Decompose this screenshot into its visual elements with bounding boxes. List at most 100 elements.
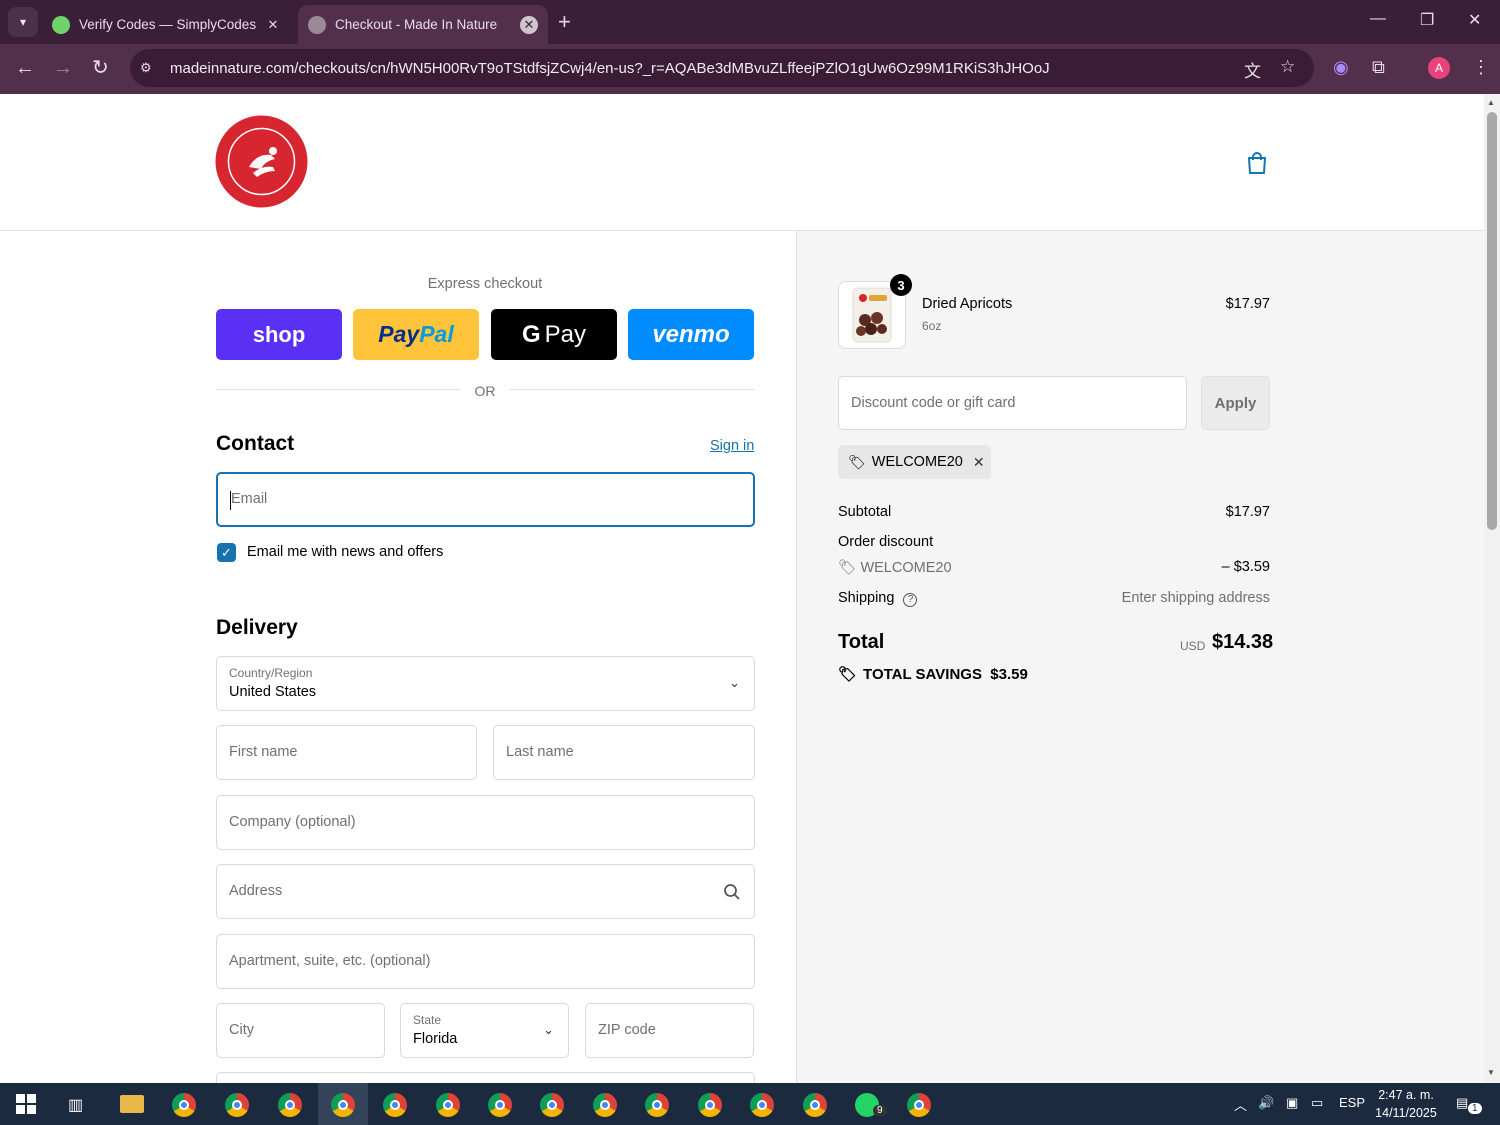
site-info-icon[interactable]: ⚙ xyxy=(140,60,160,76)
chrome-app-icon[interactable] xyxy=(278,1093,302,1117)
profile-avatar[interactable]: A xyxy=(1428,57,1450,79)
sign-in-link[interactable]: Sign in xyxy=(710,438,754,454)
tab-simplycodes[interactable]: Verify Codes — SimplyCodes ✕ xyxy=(42,5,292,44)
remove-discount-icon[interactable]: ✕ xyxy=(973,454,985,471)
zip-field[interactable]: ZIP code xyxy=(585,1003,754,1058)
total-label: Total xyxy=(838,631,885,653)
subtotal-label: Subtotal xyxy=(838,504,892,520)
shopping-bag-icon[interactable] xyxy=(1244,150,1270,176)
paypal-button[interactable]: Pay Pal xyxy=(353,309,479,360)
chrome-app-icon[interactable] xyxy=(383,1093,407,1117)
phone-field[interactable] xyxy=(216,1072,755,1083)
delivery-heading: Delivery xyxy=(216,616,298,639)
close-tab-icon[interactable]: ✕ xyxy=(520,15,538,34)
city-field[interactable]: City xyxy=(216,1003,385,1058)
or-divider-label: OR xyxy=(474,383,496,399)
news-offers-checkbox[interactable]: ✓ xyxy=(217,543,236,562)
news-offers-label[interactable]: Email me with news and offers xyxy=(247,544,443,560)
tab-checkout[interactable]: Checkout - Made In Nature ✕ xyxy=(298,5,548,44)
chrome-app-icon[interactable] xyxy=(488,1093,512,1117)
apply-discount-button[interactable]: Apply xyxy=(1201,376,1270,430)
address-field[interactable]: Address xyxy=(216,864,755,919)
language-indicator[interactable]: ESP xyxy=(1339,1095,1365,1110)
chrome-app-icon[interactable] xyxy=(803,1093,827,1117)
close-window-icon[interactable]: ✕ xyxy=(1468,10,1481,30)
shop-pay-button[interactable]: shop xyxy=(216,309,342,360)
new-tab-button[interactable]: + xyxy=(558,10,571,34)
extension-icon[interactable]: ◉ xyxy=(1333,57,1349,78)
country-select[interactable]: Country/Region United States ⌄ xyxy=(216,656,755,711)
order-discount-label: Order discount xyxy=(838,534,934,550)
paypal-text-b: Pal xyxy=(419,321,454,347)
chrome-app-icon[interactable] xyxy=(436,1093,460,1117)
chrome-app-icon[interactable] xyxy=(750,1093,774,1117)
discount-code-text: WELCOME20 xyxy=(860,560,952,576)
address-bar[interactable]: ⚙ madeinnature.com/checkouts/cn/hWN5H00R… xyxy=(130,49,1314,87)
savings-text: TOTAL SAVINGS $3.59 xyxy=(863,666,1028,683)
page-scrollbar[interactable]: ▲ ▼ xyxy=(1484,94,1500,1083)
tab-search-button[interactable]: ▾ xyxy=(8,7,38,37)
reload-icon[interactable]: ↻ xyxy=(92,57,109,79)
chrome-app-icon[interactable] xyxy=(540,1093,564,1117)
network-icon[interactable]: ▭ xyxy=(1311,1095,1323,1111)
extensions-puzzle-icon[interactable]: ⧉ xyxy=(1372,57,1385,78)
chrome-app-icon[interactable] xyxy=(907,1093,931,1117)
shipping-row-label: Shipping ? xyxy=(838,590,918,607)
checkout-page: Express checkout shop Pay Pal G Pay venmo … xyxy=(0,94,1484,1083)
discount-code-row: 🏷 WELCOME20 xyxy=(838,559,952,576)
applied-code-text: WELCOME20 xyxy=(871,454,963,470)
volume-icon[interactable]: 🔊 xyxy=(1258,1095,1274,1111)
discount-code-field[interactable]: Discount code or gift card xyxy=(838,376,1187,430)
venmo-button[interactable]: venmo xyxy=(628,309,754,360)
task-view-icon[interactable]: ▥ xyxy=(68,1095,83,1115)
show-hidden-icons-icon[interactable]: ︿ xyxy=(1234,1095,1247,1114)
chrome-app-icon[interactable] xyxy=(225,1093,249,1117)
minimize-icon[interactable]: — xyxy=(1370,10,1386,28)
close-tab-icon[interactable]: ✕ xyxy=(264,16,282,34)
back-icon[interactable]: ← xyxy=(15,57,35,79)
system-clock[interactable]: 2:47 a. m. 14/11/2025 xyxy=(1370,1086,1442,1122)
windows-taskbar: ▥ 9 ︿ 🔊 ▣ ▭ ESP 2:47 a. m. 14/11/2025 ▤ … xyxy=(0,1083,1500,1125)
email-field[interactable]: Email xyxy=(216,472,755,527)
forward-icon[interactable]: → xyxy=(53,57,73,79)
state-select[interactable]: State Florida ⌄ xyxy=(400,1003,569,1058)
chrome-app-icon[interactable] xyxy=(331,1093,355,1117)
file-explorer-icon[interactable] xyxy=(120,1095,144,1113)
chevron-down-icon: ⌄ xyxy=(543,1022,554,1037)
bookmark-star-icon[interactable]: ☆ xyxy=(1280,57,1295,77)
last-name-field[interactable]: Last name xyxy=(493,725,755,780)
url-text[interactable]: madeinnature.com/checkouts/cn/hWN5H00RvT… xyxy=(170,60,1050,77)
search-icon xyxy=(724,884,740,900)
divider xyxy=(510,389,754,390)
chrome-app-icon[interactable] xyxy=(172,1093,196,1117)
tab-title: Checkout - Made In Nature xyxy=(335,17,498,32)
scrollbar-thumb[interactable] xyxy=(1487,112,1497,530)
chrome-app-icon[interactable] xyxy=(593,1093,617,1117)
quantity-badge: 3 xyxy=(890,274,912,296)
restore-icon[interactable]: ❐ xyxy=(1420,10,1434,30)
chrome-app-icon[interactable] xyxy=(645,1093,669,1117)
shop-pay-text: shop xyxy=(252,321,306,347)
savings-tag-icon: 🏷 xyxy=(838,666,858,683)
google-pay-button[interactable]: G Pay xyxy=(491,309,617,360)
first-name-field[interactable]: First name xyxy=(216,725,477,780)
chrome-app-icon[interactable] xyxy=(698,1093,722,1117)
paypal-text-a: Pay xyxy=(378,321,420,347)
scroll-up-icon[interactable]: ▲ xyxy=(1487,98,1495,107)
browser-toolbar: ← → ↻ ⚙ madeinnature.com/checkouts/cn/hW… xyxy=(0,44,1500,94)
google-g-icon: G xyxy=(521,320,541,348)
country-label: Country/Region xyxy=(229,666,313,680)
total-savings: 🏷 TOTAL SAVINGS $3.59 xyxy=(838,665,1028,683)
company-field[interactable]: Company (optional) xyxy=(216,795,755,850)
made-in-nature-logo[interactable] xyxy=(215,115,308,208)
meet-icon[interactable]: ▣ xyxy=(1286,1095,1298,1111)
menu-kebab-icon[interactable]: ⋮ xyxy=(1472,57,1490,78)
subtotal-value: $17.97 xyxy=(1225,504,1270,520)
notifications-icon[interactable]: ▤ xyxy=(1456,1095,1468,1111)
translate-icon[interactable]: 文 xyxy=(1244,57,1261,82)
scroll-down-icon[interactable]: ▼ xyxy=(1487,1068,1495,1077)
apartment-field[interactable]: Apartment, suite, etc. (optional) xyxy=(216,934,755,989)
help-icon[interactable]: ? xyxy=(903,593,918,607)
browser-tab-strip: ▾ Verify Codes — SimplyCodes ✕ Checkout … xyxy=(0,0,1500,44)
windows-start-icon[interactable] xyxy=(16,1094,36,1114)
